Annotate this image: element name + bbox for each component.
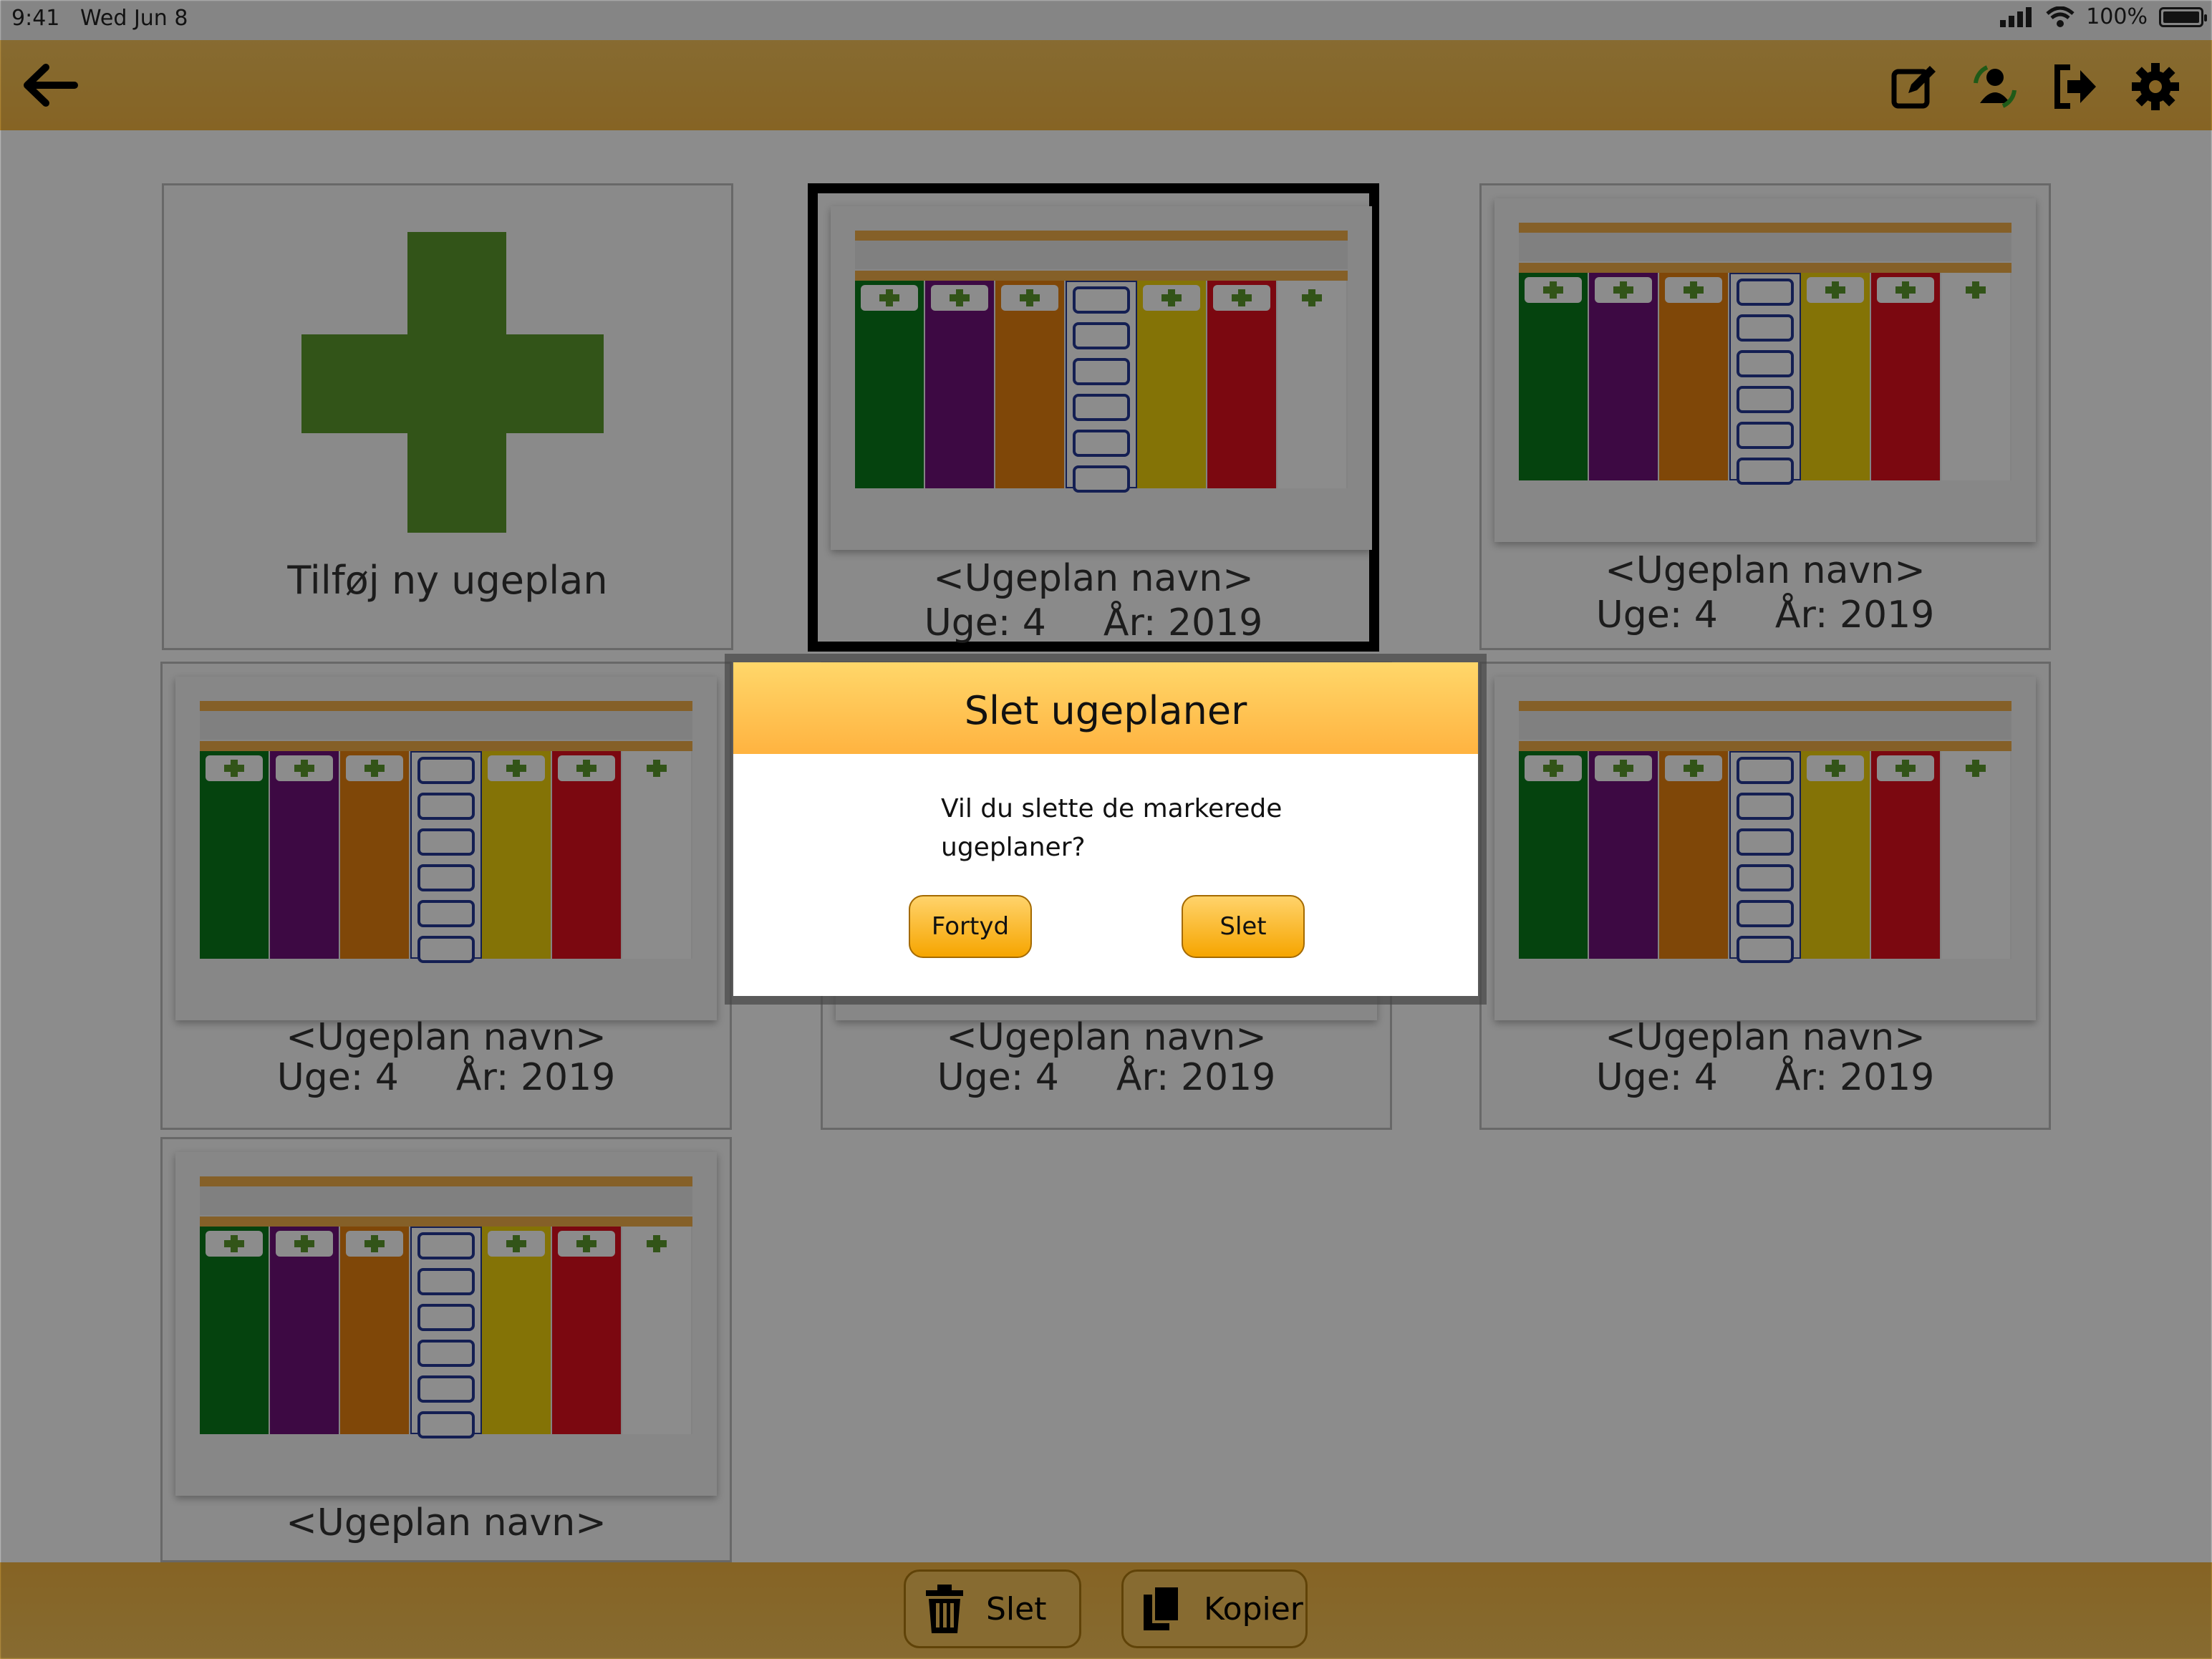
dialog-message: Vil du slette de markerede ugeplaner? (941, 790, 1342, 867)
dialog-title: Slet ugeplaner (964, 688, 1247, 733)
dialog-header: Slet ugeplaner (733, 662, 1478, 754)
cancel-button[interactable]: Fortyd (909, 895, 1032, 958)
dialog-message-line2: ugeplaner? (941, 833, 1086, 862)
confirm-delete-button[interactable]: Slet (1182, 895, 1305, 958)
delete-confirm-dialog: Slet ugeplaner Vil du slette de markered… (733, 662, 1478, 996)
dialog-message-line1: Vil du slette de markerede (941, 794, 1283, 823)
